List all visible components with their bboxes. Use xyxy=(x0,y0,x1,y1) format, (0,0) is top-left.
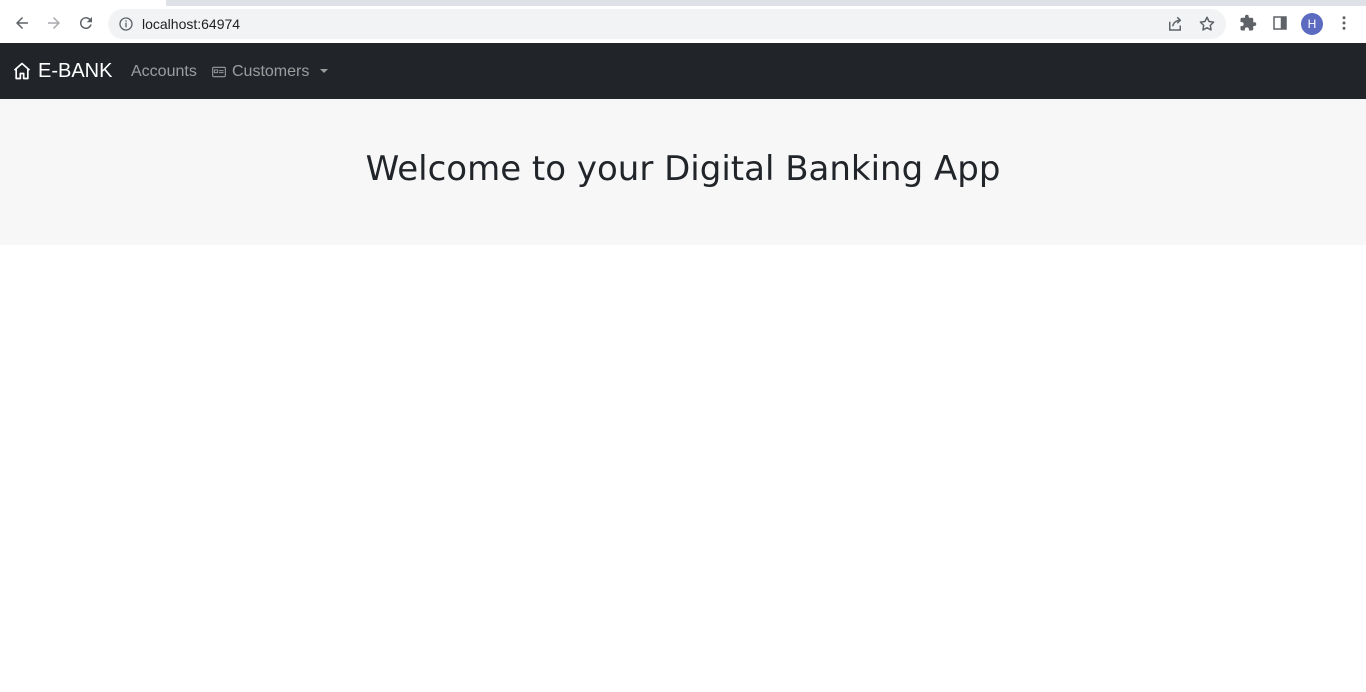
more-vert-icon xyxy=(1342,16,1346,30)
back-button[interactable] xyxy=(8,9,36,37)
reload-icon xyxy=(79,17,92,30)
app-navbar: E-BANK Accounts Customers xyxy=(0,43,1366,99)
nav-customers-label: Customers xyxy=(232,63,310,80)
id-card-icon xyxy=(212,66,226,78)
star-icon[interactable] xyxy=(1198,15,1216,33)
browser-toolbar: localhost:64974 H xyxy=(0,6,1366,43)
nav-customers-dropdown[interactable]: Customers xyxy=(211,61,329,83)
address-bar[interactable]: localhost:64974 xyxy=(108,9,1226,39)
page-title: Welcome to your Digital Banking App xyxy=(365,149,1001,189)
side-panel-icon xyxy=(1273,16,1287,30)
extensions-button[interactable] xyxy=(1234,9,1262,37)
browser-menu-button[interactable] xyxy=(1330,9,1358,37)
forward-button[interactable] xyxy=(40,9,68,37)
url-text[interactable]: localhost:64974 xyxy=(142,16,240,32)
side-panel-button[interactable] xyxy=(1266,9,1294,37)
puzzle-icon xyxy=(1240,14,1257,31)
nav-accounts-label: Accounts xyxy=(131,63,197,80)
nav-accounts-link[interactable]: Accounts xyxy=(131,61,197,83)
home-icon xyxy=(13,62,31,80)
brand-label: E-BANK xyxy=(38,59,113,82)
profile-avatar[interactable]: H xyxy=(1301,13,1323,35)
share-icon[interactable] xyxy=(1166,15,1184,33)
arrow-right-icon xyxy=(48,17,60,29)
welcome-banner: Welcome to your Digital Banking App xyxy=(0,99,1366,245)
arrow-left-icon xyxy=(16,17,28,29)
reload-button[interactable] xyxy=(72,9,100,37)
brand-link[interactable]: E-BANK xyxy=(12,59,112,83)
caret-down-icon xyxy=(320,69,329,73)
info-icon[interactable] xyxy=(118,16,134,32)
